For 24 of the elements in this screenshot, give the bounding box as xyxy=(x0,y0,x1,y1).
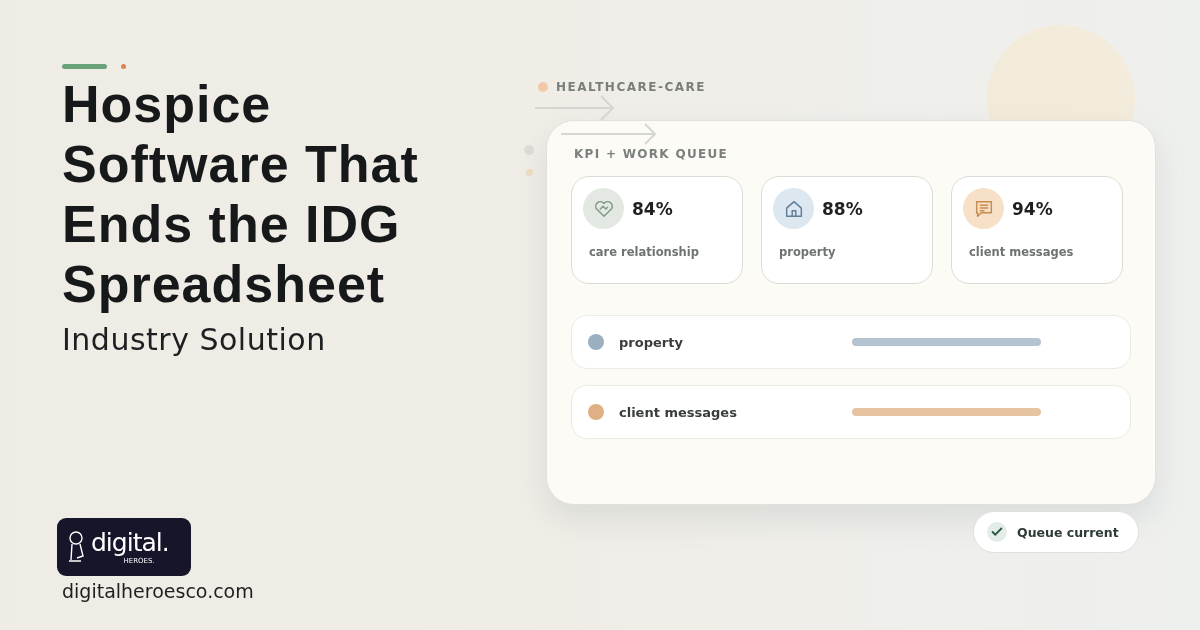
queue-label: client messages xyxy=(619,404,738,420)
panel-title: KPI + WORK QUEUE xyxy=(574,147,729,161)
category-tag: HEALTHCARE-CARE xyxy=(556,80,706,94)
kpi-value: 94% xyxy=(1012,198,1053,219)
kpi-label: care relationship xyxy=(589,245,700,259)
kpi-value: 88% xyxy=(822,198,863,219)
kpi-value: 84% xyxy=(632,198,673,219)
logo-wordmark: digital. xyxy=(91,529,169,557)
tag-dot xyxy=(538,82,548,92)
website-url: digitalheroesco.com xyxy=(62,580,254,602)
accent-line xyxy=(62,63,107,69)
queue-row[interactable]: property xyxy=(571,315,1131,369)
house-icon xyxy=(773,188,814,229)
accent-dot xyxy=(121,63,126,69)
queue-row[interactable]: client messages xyxy=(571,385,1131,439)
headline: Hospice Software That Ends the IDG Spreadsheet xyxy=(62,74,419,314)
check-icon xyxy=(987,522,1007,542)
kpi-label: property xyxy=(779,245,837,259)
kpi-label: client messages xyxy=(969,245,1075,259)
queue-label: property xyxy=(619,334,684,350)
decorative-dot xyxy=(526,169,533,176)
subtitle: Industry Solution xyxy=(62,322,326,357)
chat-icon xyxy=(963,188,1004,229)
status-text: Queue current xyxy=(1017,524,1119,540)
